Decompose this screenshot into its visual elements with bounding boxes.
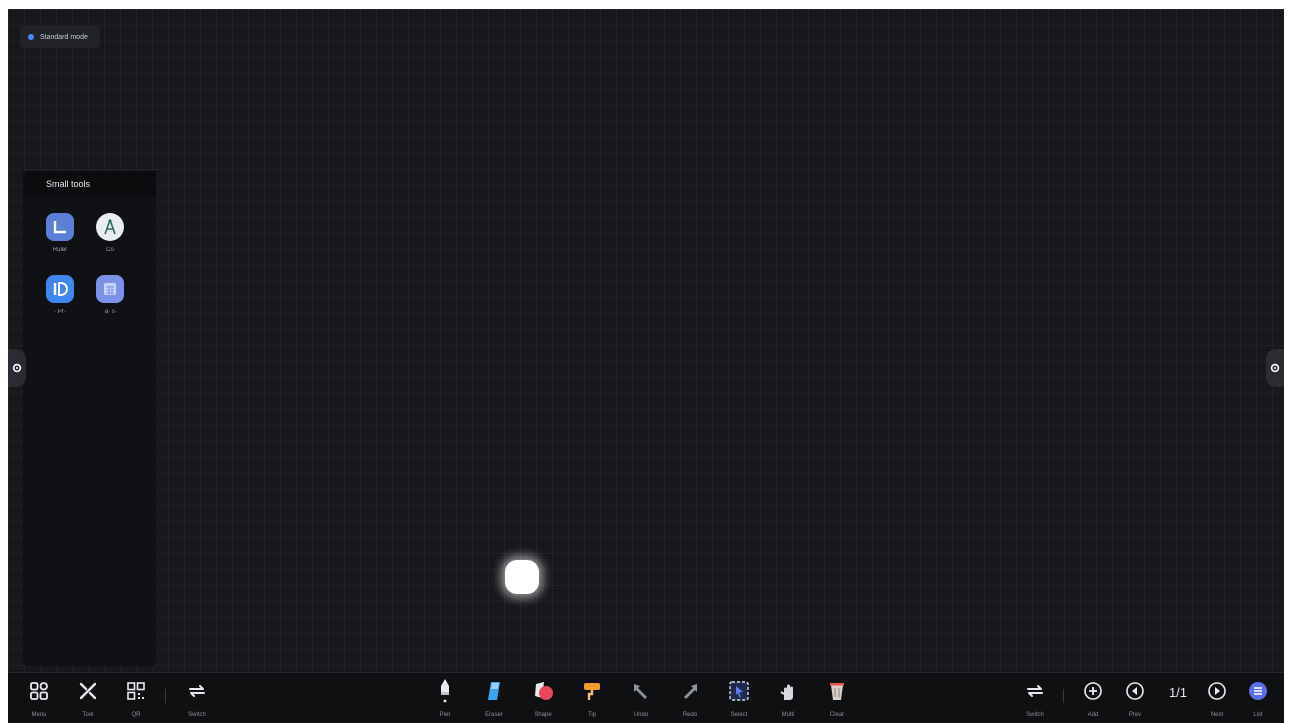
tool-ruler[interactable]: Ruler [35,213,85,255]
switch-left-button[interactable]: Switch [175,677,219,718]
tools-icon [74,677,102,705]
left-settings-handle[interactable] [8,349,26,387]
eraser-tool-button[interactable]: Eraser [472,677,516,718]
multi-touch-button[interactable]: Multi [766,677,810,718]
shape-tool-button[interactable]: Shape [521,677,565,718]
qr-code-icon [122,677,150,705]
tool-compass[interactable]: Co [85,213,135,255]
next-page-button[interactable]: Next [1195,677,1239,718]
prev-page-button[interactable]: Prev [1113,677,1157,718]
whiteboard-canvas[interactable]: Standard mode Small tools Ruler Co · Pr· [8,9,1284,723]
redo-button[interactable]: Redo [668,677,712,718]
next-page-icon [1203,677,1231,705]
menu-button[interactable]: Menu [17,677,61,718]
tool-calculator[interactable]: ·a· s· [85,275,135,317]
roller-icon [578,677,606,705]
protractor-icon [46,275,74,303]
select-icon [725,677,753,705]
multi-touch-icon [774,677,802,705]
clear-button[interactable]: Clear [815,677,859,718]
pen-icon [431,677,459,705]
toolbar-divider [1063,689,1064,703]
toolbar-divider [165,689,166,703]
add-page-icon [1079,677,1107,705]
grid-menu-icon [25,677,53,705]
tool-protractor[interactable]: · Pr· [35,275,85,317]
touch-cursor-indicator [505,560,539,594]
mode-badge[interactable]: Standard mode [20,26,100,48]
prev-page-icon [1121,677,1149,705]
select-tool-button[interactable]: Select [717,677,761,718]
roller-tool-button[interactable]: Tip [570,677,614,718]
switch-icon [183,677,211,705]
compass-icon [96,213,124,241]
calculator-icon [96,275,124,303]
gear-icon [1270,363,1280,373]
small-tools-panel: Small tools Ruler Co · Pr· ·a· s· [23,171,156,666]
mode-status-dot [28,34,34,40]
tool-button[interactable]: Tool [66,677,110,718]
page-indicator: 1/1 [1168,685,1188,700]
small-tools-title: Small tools [23,171,156,196]
qr-button[interactable]: QR [114,677,158,718]
switch-right-button[interactable]: Switch [1013,677,1057,718]
undo-arrow-icon [627,677,655,705]
trash-icon [823,677,851,705]
ruler-icon [46,213,74,241]
gear-icon [12,363,22,373]
redo-arrow-icon [676,677,704,705]
bottom-toolbar: Menu Tool QR Switch Pen Eraser Shape Tip… [8,672,1284,723]
shape-icon [529,677,557,705]
page-list-button[interactable]: List [1236,677,1280,718]
right-settings-handle[interactable] [1266,349,1284,387]
add-page-button[interactable]: Add [1071,677,1115,718]
mode-label: Standard mode [40,33,88,41]
undo-button[interactable]: Undo [619,677,663,718]
switch-icon [1021,677,1049,705]
eraser-icon [480,677,508,705]
page-list-icon [1244,677,1272,705]
pen-tool-button[interactable]: Pen [423,677,467,718]
